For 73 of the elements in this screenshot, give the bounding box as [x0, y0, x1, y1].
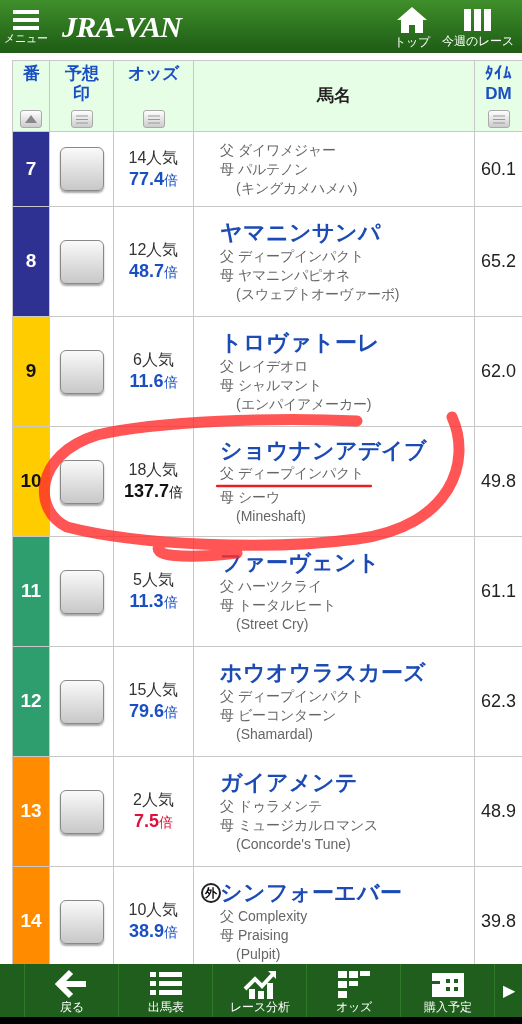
popularity-text: 12人気 [128, 240, 179, 261]
sire-text: 父 ハーツクライ [220, 576, 322, 596]
time-dm-text: 62.3 [480, 690, 516, 713]
horse-name[interactable]: シンフォーエバー [220, 879, 402, 907]
frame-number: 10 [13, 427, 49, 536]
dam-text: 母 トータルヒート [220, 595, 337, 615]
odds-text: 11.6倍 [129, 370, 178, 393]
column-header: 予想印 [63, 64, 100, 104]
popularity-text: 18人気 [128, 460, 179, 481]
sire-text: 父 ディープインパクト [220, 686, 364, 706]
damsire-text: (Pulpit) [235, 944, 282, 964]
damsire-text: (キングカメハメハ) [235, 178, 359, 198]
popularity-text: 6人気 [133, 350, 174, 371]
horse-name[interactable]: ホウオウラスカーズ [220, 659, 426, 687]
horse-name[interactable]: ショウナンアデイブ [220, 436, 427, 465]
odds-text: 11.3倍 [129, 590, 178, 613]
time-dm-text: 62.0 [480, 360, 516, 383]
frame-number: 12 [13, 647, 49, 756]
dam-text: 母 シャルマント [220, 375, 323, 395]
damsire-text: (Street Cry) [235, 614, 310, 634]
damsire-text: (Concorde's Tune) [235, 834, 352, 854]
damsire-text: (スウェプトオーヴァーボ) [235, 284, 401, 304]
damsire-text: (エンパイアメーカー) [235, 394, 373, 414]
frame-number: 11 [13, 537, 49, 646]
frame-number: 13 [13, 757, 49, 866]
dam-text: 母 パルテノン [220, 159, 309, 179]
dam-text: 母 Praising [220, 925, 290, 945]
sire-text: 父 ダイワメジャー [220, 140, 336, 160]
frame-number: 9 [13, 317, 49, 426]
frame-number: 8 [13, 207, 49, 316]
races-button[interactable]: 今週のレース [442, 6, 514, 47]
horse-name[interactable]: ガイアメンテ [220, 769, 358, 797]
damsire-text: (Mineshaft) [235, 507, 308, 527]
column-header: 番 [22, 64, 40, 84]
odds-text: 38.9倍 [128, 920, 178, 943]
time-dm-text: 39.8 [480, 910, 516, 933]
popularity-text: 2人気 [133, 790, 174, 811]
frame-number: 14 [13, 867, 49, 964]
odds-text: 77.4倍 [128, 167, 178, 191]
frame-number: 7 [13, 132, 49, 206]
popularity-text: 14人気 [128, 147, 179, 168]
time-dm-text: 65.2 [480, 250, 516, 273]
damsire-text: (Shamardal) [235, 724, 315, 744]
sire-text: 父 ディープインパクト [220, 246, 364, 266]
time-dm-text: 48.9 [480, 800, 516, 823]
horse-name[interactable]: ヤマニンサンパ [220, 219, 381, 247]
column-header: 馬名 [317, 86, 351, 106]
time-dm-text: 61.1 [480, 580, 516, 603]
dam-text: 母 ミュージカルロマンス [220, 815, 379, 835]
time-dm-text: 49.8 [480, 470, 516, 493]
dam-text: 母 ヤマニンパピオネ [220, 265, 351, 285]
popularity-text: 5人気 [133, 570, 174, 591]
odds-text: 137.7倍 [123, 480, 183, 503]
sire-text: 父 ディープインパクト [220, 464, 364, 484]
sire-text: 父 Complexity [220, 906, 308, 926]
time-dm-text: 60.1 [480, 157, 516, 181]
nav-button[interactable]: 購入予定 [400, 964, 494, 1017]
column-header: オッズ [128, 64, 179, 84]
column-header: DM [485, 84, 512, 104]
top-button[interactable]: トップ [394, 5, 430, 48]
foreign-badge: 外 [201, 883, 221, 903]
dam-text: 母 シーウ [220, 488, 281, 508]
odds-text: 79.6倍 [128, 700, 178, 723]
horse-name[interactable]: トロヴァトーレ [220, 329, 380, 357]
logo[interactable]: JRA-VAN [62, 4, 182, 49]
dam-text: 母 ビーコンターン [220, 705, 337, 725]
odds-text: 48.7倍 [128, 260, 178, 283]
sire-text: 父 レイデオロ [220, 356, 308, 376]
column-header: ﾀｲﾑ [485, 64, 512, 84]
popularity-text: 15人気 [128, 680, 179, 701]
popularity-text: 10人気 [128, 900, 179, 921]
odds-text: 7.5倍 [134, 810, 173, 833]
sire-text: 父 ドゥラメンテ [220, 796, 322, 816]
